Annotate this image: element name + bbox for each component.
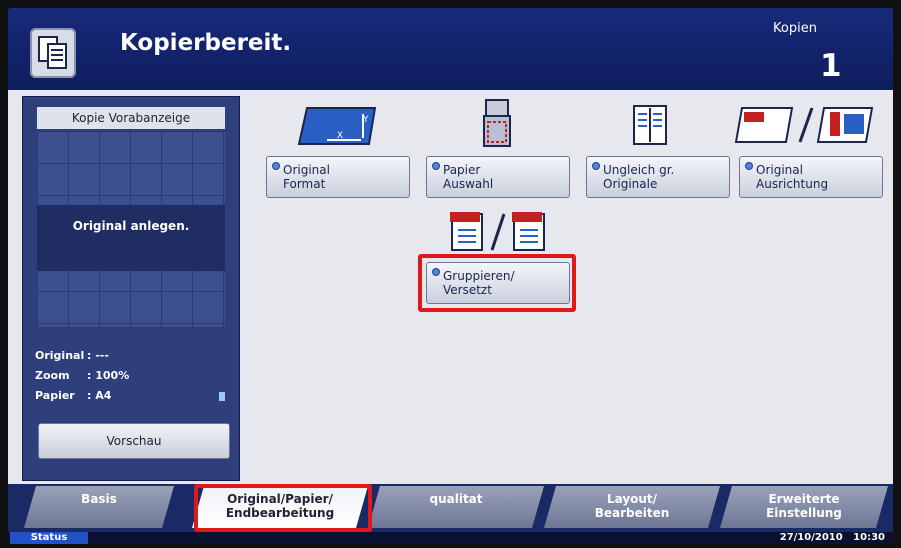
info-value: : A4 [87,389,112,402]
option-label-line1: Papier [443,163,481,177]
paper-tray-icon [219,392,225,401]
svg-text:Y: Y [362,115,369,125]
paper-selection-icon [480,98,514,152]
tab-label-line1: Basis [81,492,117,506]
date-time: 27/10/2010 10:30 [780,532,885,544]
info-label: Original [35,349,85,362]
tab-quality[interactable]: qualitat [368,486,544,528]
option-indicator-icon [273,163,279,169]
info-original: Original: --- [35,349,109,362]
original-format-icon: X Y [297,104,383,152]
tab-label-line1: Erweiterte [768,492,840,506]
mixed-size-originals-button[interactable]: Ungleich gr. Originale [586,156,730,198]
option-label-line2: Ausrichtung [756,177,829,191]
original-orientation-button[interactable]: Original Ausrichtung [739,156,883,198]
option-label-line1: Original [756,163,803,177]
time-text: 10:30 [853,532,885,543]
date-text: 27/10/2010 [779,532,843,543]
tab-label-line1: qualitat [429,492,483,506]
place-original-message: Original anlegen. [72,219,190,233]
tab-basis[interactable]: Basis [24,486,174,528]
option-indicator-icon [593,163,599,169]
option-label-line2: Auswahl [443,177,494,191]
tab-label-line2: Bearbeiten [594,506,670,520]
info-paper: Papier : A4 [35,389,111,402]
copies-count[interactable]: 1 [820,48,842,84]
preview-title: Kopie Vorabanzeige [37,107,225,129]
svg-text:X: X [337,131,343,141]
option-label-line1: Ungleich gr. [603,163,675,177]
option-label-line1: Original [283,163,330,177]
info-value: : --- [87,349,109,362]
highlight-box [194,484,372,532]
tab-label-line2: Einstellung [766,506,842,520]
paper-selection-button[interactable]: Papier Auswahl [426,156,570,198]
status-bar: Status 27/10/2010 10:30 [8,532,893,544]
highlight-box [418,254,576,312]
option-label-line2: Format [283,177,326,191]
status-button[interactable]: Status [10,532,88,544]
info-value: : 100% [87,369,130,382]
option-indicator-icon [433,163,439,169]
header: Kopierbereit. Kopien 1 [8,8,893,90]
copy-mode-icon [30,28,76,78]
option-label-line2: Originale [603,177,658,191]
page-title: Kopierbereit. [120,30,292,56]
preview-message-band [37,205,225,271]
copies-label: Kopien [773,21,817,36]
collate-offset-icon [448,208,552,258]
tab-label-line1: Layout/ [606,492,658,506]
tab-advanced-settings[interactable]: Erweiterte Einstellung [720,486,888,528]
info-label: Zoom [35,369,70,382]
original-format-button[interactable]: Original Format [266,156,410,198]
main-content: Kopie Vorabanzeige Original anlegen. Ori… [8,90,893,484]
info-zoom: Zoom : 100% [35,369,129,382]
tab-layout-edit[interactable]: Layout/ Bearbeiten [544,486,720,528]
option-indicator-icon [746,163,752,169]
tab-bar: Basis Original/Papier/ Endbearbeitung qu… [8,484,893,532]
info-label: Papier [35,389,75,402]
mixed-size-originals-icon [630,102,670,152]
original-orientation-icon [734,102,874,152]
copier-screen: Kopierbereit. Kopien 1 Kopie Vorabanzeig… [8,8,893,544]
preview-button[interactable]: Vorschau [38,423,230,459]
